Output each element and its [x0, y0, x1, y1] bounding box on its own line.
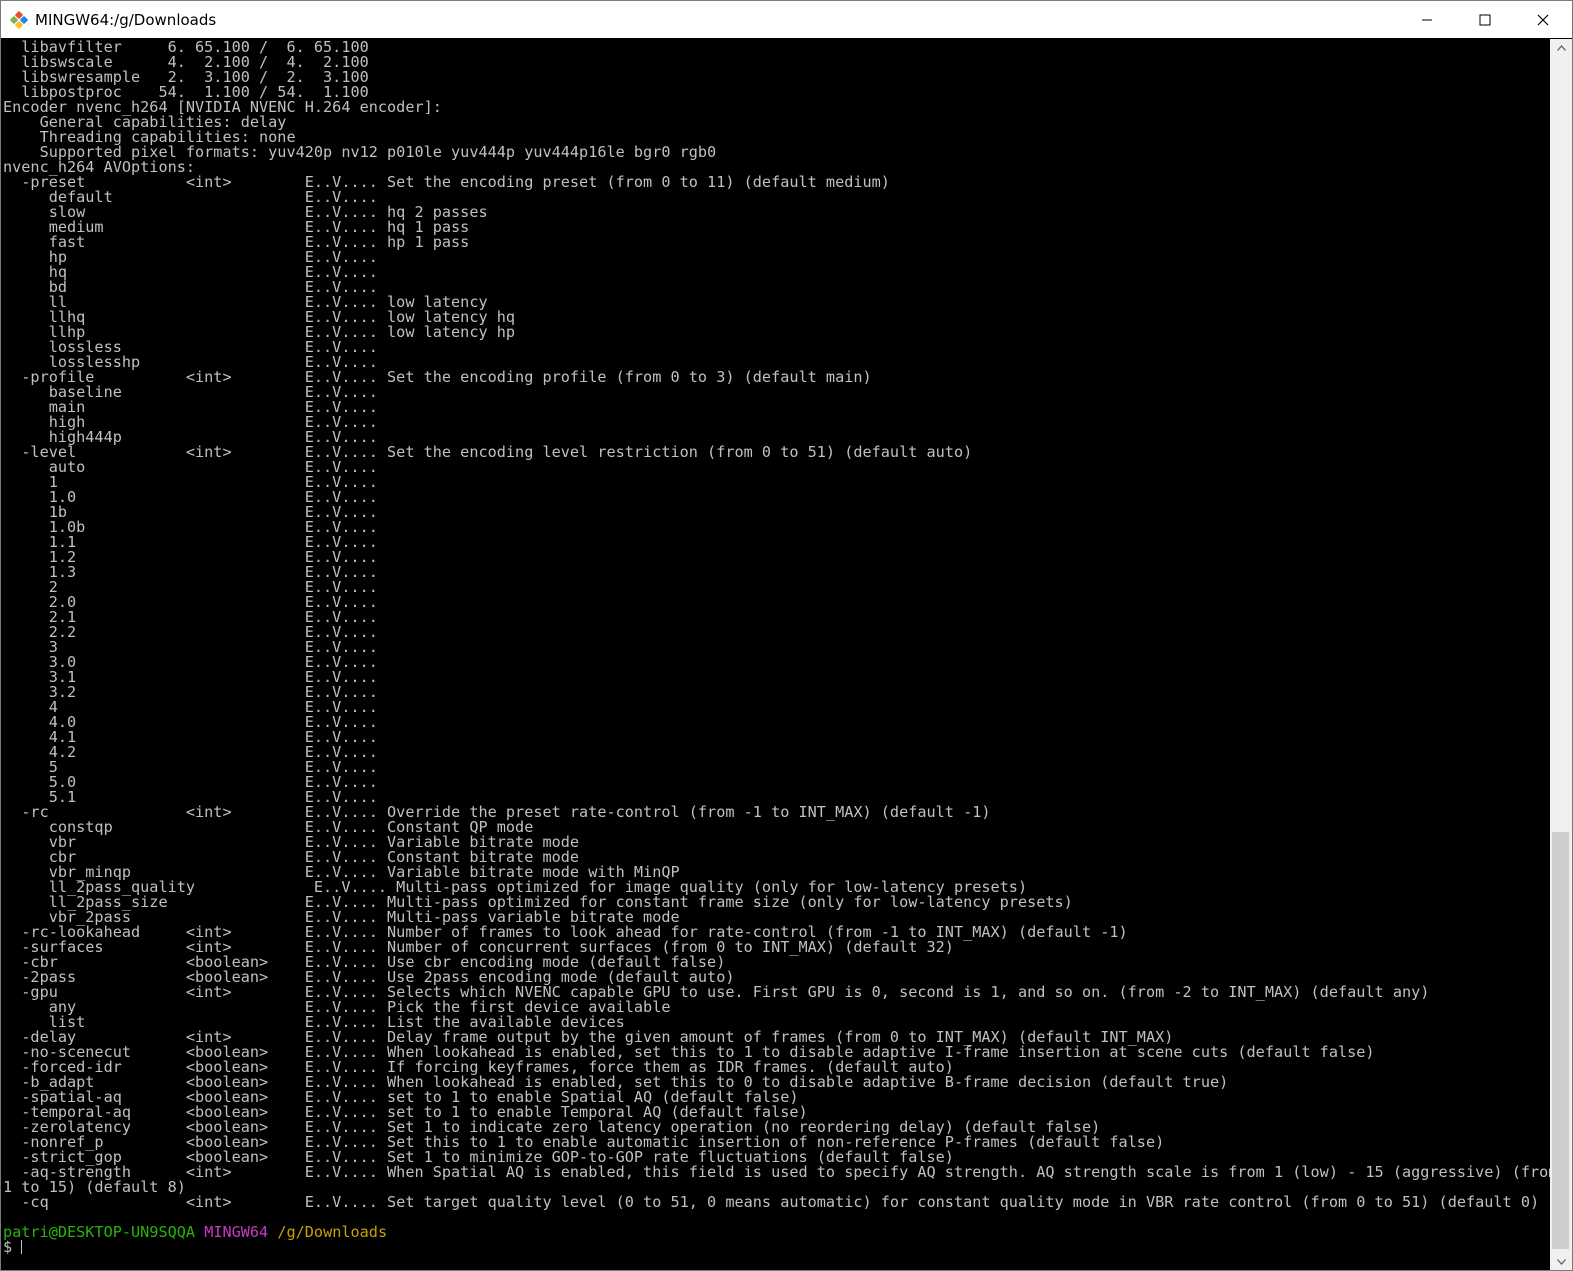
chevron-up-icon [1556, 44, 1566, 51]
prompt-system: MINGW64 [204, 1223, 269, 1241]
input-line[interactable]: $ [3, 1238, 1550, 1256]
vertical-scrollbar[interactable] [1550, 39, 1572, 1270]
git-bash-icon [9, 10, 29, 29]
terminal-line: -cq <int> E..V.... Set target quality le… [3, 1193, 1540, 1211]
chevron-down-icon [1556, 1258, 1566, 1265]
terminal-output[interactable]: libavfilter 6. 65.100 / 6. 65.100 libsws… [1, 39, 1550, 1270]
window-title: MINGW64:/g/Downloads [35, 10, 217, 29]
terminal-window: MINGW64:/g/Downloads libavfilter 6. 65.1… [0, 0, 1573, 1271]
prompt-line: patri@DESKTOP-UN9SQQA MINGW64 /g/Downloa… [3, 1223, 1550, 1241]
maximize-button[interactable] [1456, 1, 1514, 38]
prompt-symbol: $ [3, 1238, 22, 1256]
prompt-user-host: patri@DESKTOP-UN9SQQA [3, 1223, 196, 1241]
minimize-icon [1422, 19, 1432, 20]
minimize-button[interactable] [1398, 1, 1456, 38]
close-button[interactable] [1514, 1, 1572, 38]
scroll-down-button[interactable] [1550, 1253, 1572, 1270]
output-lines: libavfilter 6. 65.100 / 6. 65.100 libsws… [3, 39, 1550, 1225]
scroll-up-button[interactable] [1550, 39, 1572, 56]
title-bar[interactable]: MINGW64:/g/Downloads [1, 1, 1572, 38]
terminal-line: Supported pixel formats: yuv420p nv12 p0… [3, 143, 717, 161]
close-icon [1537, 14, 1549, 25]
terminal-line: -aq-strength <int> E..V.... When Spatial… [3, 1163, 1550, 1181]
maximize-icon [1479, 14, 1491, 25]
prompt-path: /g/Downloads [277, 1223, 388, 1241]
text-cursor [21, 1240, 23, 1254]
window-controls [1398, 1, 1572, 38]
scroll-thumb[interactable] [1552, 832, 1569, 1249]
